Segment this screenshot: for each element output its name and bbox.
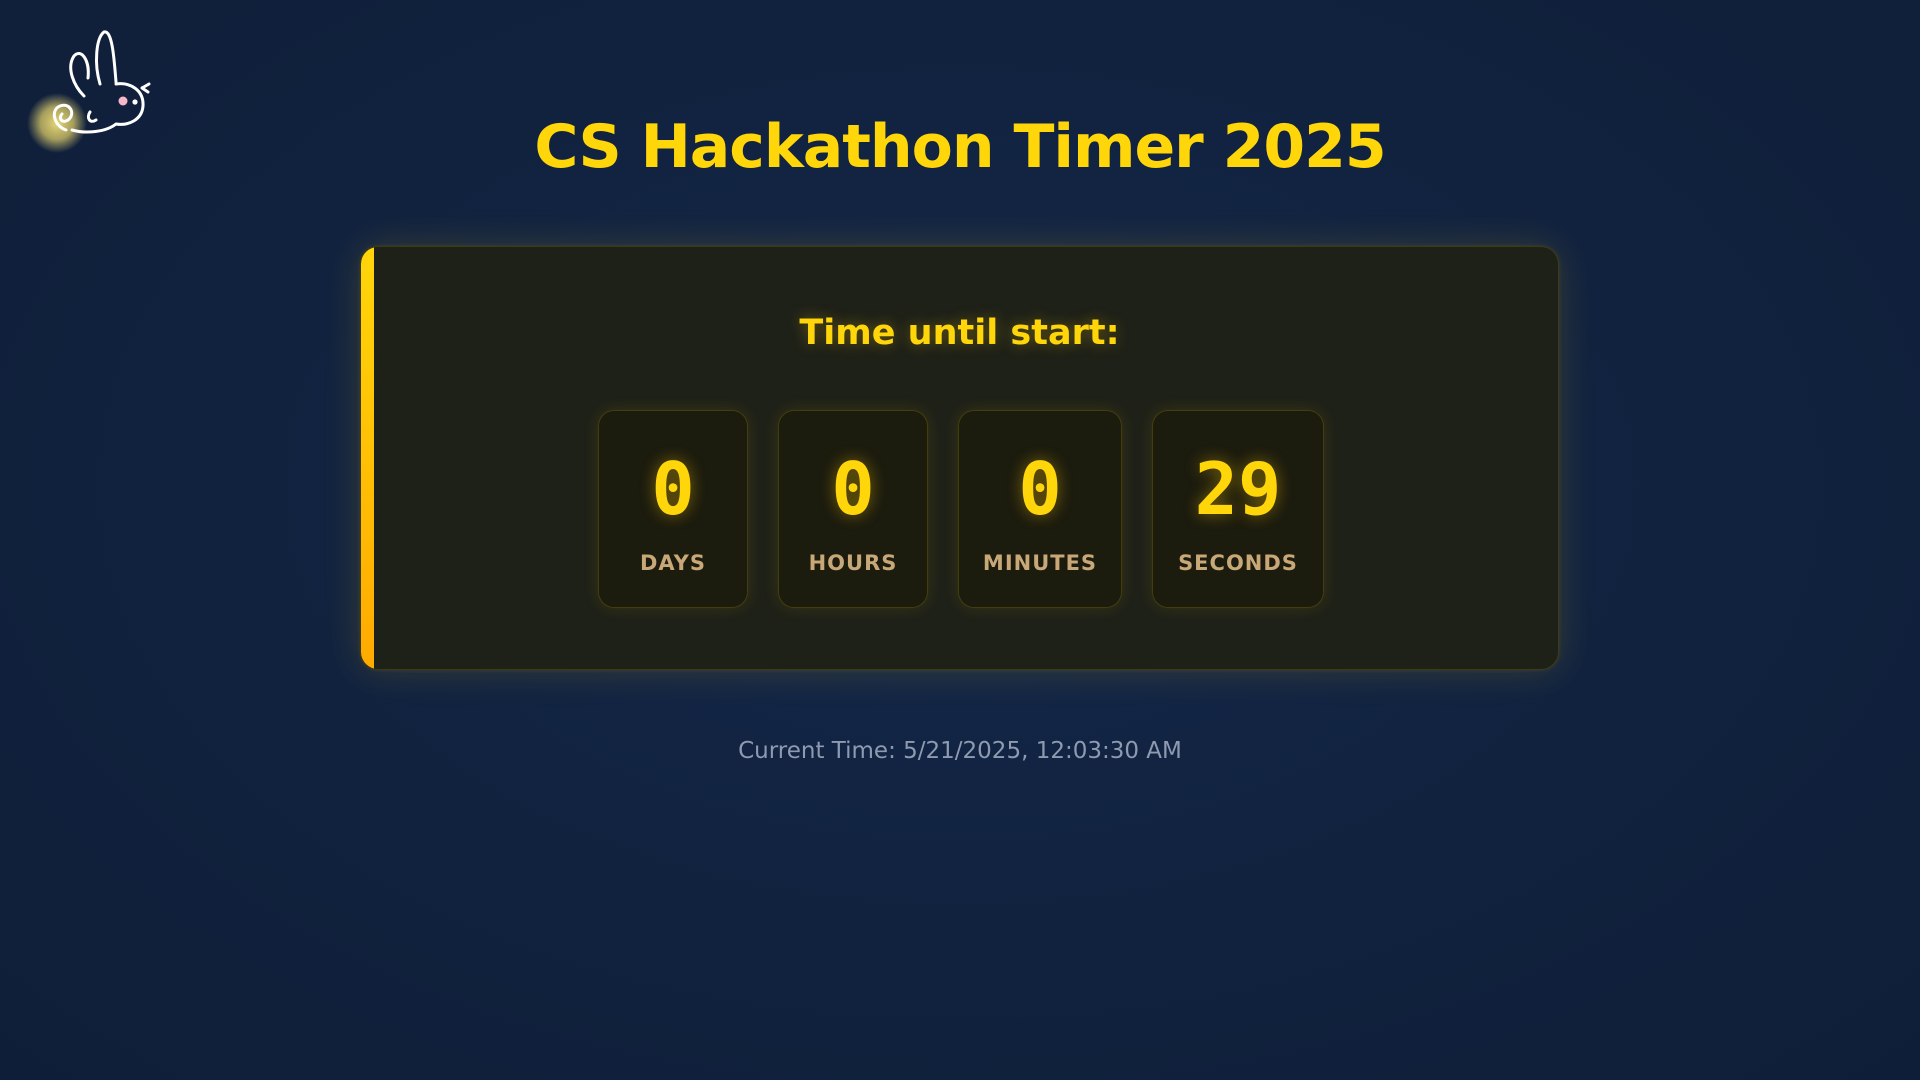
countdown-minutes: 0 MINUTES [958, 410, 1122, 608]
days-value: 0 [651, 447, 695, 531]
minutes-value: 0 [1018, 447, 1062, 531]
countdown-hours: 0 HOURS [778, 410, 928, 608]
hours-value: 0 [831, 447, 875, 531]
current-time-value: 5/21/2025, 12:03:30 AM [903, 738, 1182, 764]
minutes-label: MINUTES [982, 551, 1098, 575]
countdown-heading: Time until start: [799, 313, 1120, 353]
seconds-value: 29 [1194, 447, 1282, 531]
current-time: Current Time: 5/21/2025, 12:03:30 AM [0, 738, 1920, 764]
card-accent-bar [361, 247, 374, 669]
current-time-label: Current Time: [738, 738, 896, 764]
hours-label: HOURS [808, 551, 898, 575]
countdown-card: Time until start: 0 DAYS 0 HOURS 0 MINUT… [360, 246, 1559, 670]
countdown-days: 0 DAYS [598, 410, 748, 608]
countdown-seconds: 29 SECONDS [1152, 410, 1324, 608]
page-title: CS Hackathon Timer 2025 [534, 112, 1386, 182]
seconds-label: SECONDS [1178, 551, 1298, 575]
days-label: DAYS [639, 551, 706, 575]
